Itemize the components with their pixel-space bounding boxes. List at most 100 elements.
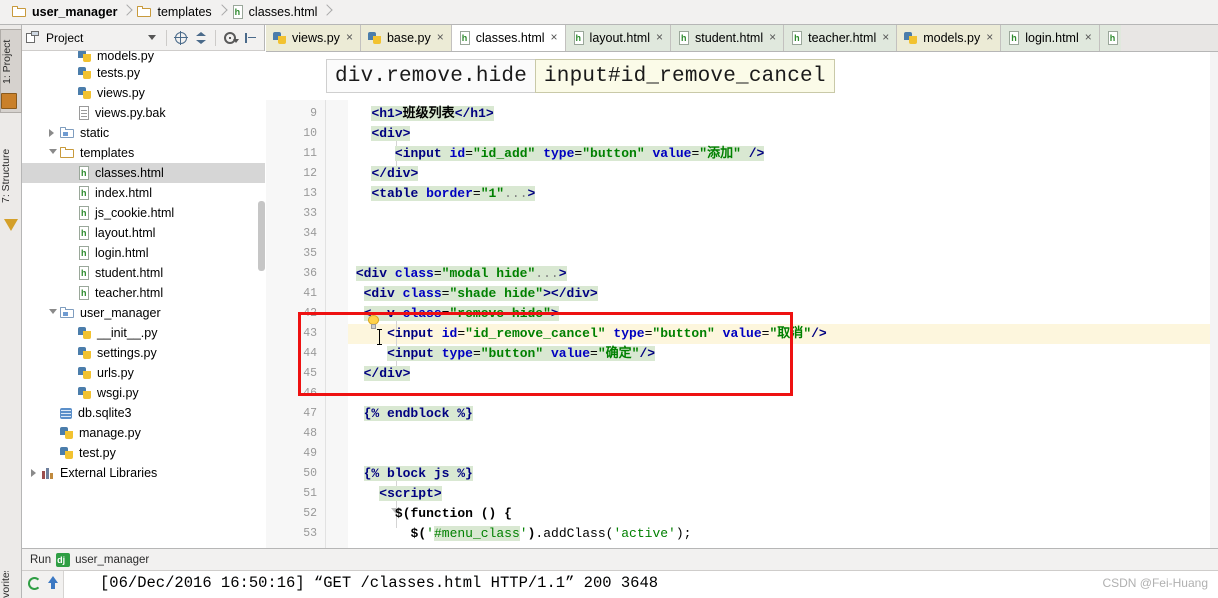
close-icon[interactable]: ×: [437, 31, 444, 43]
code-line-44[interactable]: <input type="button" value="确定"/>: [387, 344, 656, 364]
tree-item-static[interactable]: static: [22, 123, 265, 143]
breadcrumb-item-classes-html[interactable]: classes.html: [228, 0, 322, 25]
tree-item-templates[interactable]: templates: [22, 143, 265, 163]
breadcrumb-item-user_manager[interactable]: user_manager: [8, 0, 121, 25]
tree-toggle[interactable]: [64, 243, 78, 263]
close-icon[interactable]: ×: [551, 31, 558, 43]
tree-item-classes-html[interactable]: classes.html: [22, 163, 265, 183]
editor-tab-teacher-html[interactable]: teacher.html ×: [784, 25, 898, 51]
editor-tab-models-py[interactable]: models.py ×: [897, 25, 1002, 51]
tree-toggle[interactable]: [64, 163, 78, 183]
editor-tab-student-html[interactable]: student.html ×: [671, 25, 785, 51]
tree-item-layout-html[interactable]: layout.html: [22, 223, 265, 243]
fold-gutter[interactable]: [326, 100, 402, 548]
tree-scrollbar[interactable]: [258, 201, 265, 271]
project-tree[interactable]: models.py tests.py views.py views.py.bak sta…: [22, 51, 265, 548]
locate-icon[interactable]: [172, 29, 190, 47]
run-console[interactable]: [06/Dec/2016 16:50:16] “GET /classes.htm…: [22, 571, 1218, 598]
code-line-50[interactable]: {% block js %}: [363, 464, 473, 484]
tree-item-user-manager[interactable]: user_manager: [22, 303, 265, 323]
rerun-icon[interactable]: [28, 577, 41, 590]
tree-item-db-sqlite3[interactable]: db.sqlite3: [22, 403, 265, 423]
tree-item-student-html[interactable]: student.html: [22, 263, 265, 283]
chevron-right-icon[interactable]: [49, 129, 54, 137]
editor-tab-login-html[interactable]: login.html ×: [1001, 25, 1100, 51]
close-icon[interactable]: ×: [1085, 31, 1092, 43]
close-icon[interactable]: ×: [986, 31, 993, 43]
chevron-down-icon[interactable]: [49, 309, 57, 314]
close-icon[interactable]: ×: [656, 31, 663, 43]
tool-tab-project[interactable]: 1: Project: [0, 29, 22, 113]
editor-tab-base-py[interactable]: base.py ×: [360, 25, 452, 51]
tree-item-login-html[interactable]: login.html: [22, 243, 265, 263]
tree-toggle[interactable]: [46, 303, 60, 323]
tree-item-teacher-html[interactable]: teacher.html: [22, 283, 265, 303]
tree-item-urls-py[interactable]: urls.py: [22, 363, 265, 383]
code-line-42[interactable]: < v class="remove hide">: [363, 304, 559, 324]
code-line-13[interactable]: <table border="1"...>: [371, 184, 536, 204]
tree-item-test-py[interactable]: test.py: [22, 443, 265, 463]
tool-tab-favorites[interactable]: Favorites: [0, 571, 21, 598]
tree-toggle[interactable]: [64, 383, 78, 403]
code-line-43[interactable]: <input id="id_remove_cancel" type="butto…: [387, 324, 827, 344]
tree-item-index-html[interactable]: index.html: [22, 183, 265, 203]
code-line-51[interactable]: <script>: [379, 484, 442, 504]
tree-toggle[interactable]: [64, 203, 78, 223]
code-editor[interactable]: div.remove.hide input#id_remove_cancel 9…: [266, 52, 1218, 548]
breadcrumb-item-templates[interactable]: templates: [133, 0, 215, 25]
editor-tab-classes-html[interactable]: classes.html ×: [451, 25, 566, 51]
tree-toggle[interactable]: [64, 183, 78, 203]
tree-toggle[interactable]: [46, 443, 60, 463]
intention-bulb-icon[interactable]: [366, 315, 381, 330]
tree-item--init-py[interactable]: __init__.py: [22, 323, 265, 343]
tree-item-views-py[interactable]: views.py: [22, 83, 265, 103]
tree-toggle[interactable]: [64, 263, 78, 283]
tree-item-settings-py[interactable]: settings.py: [22, 343, 265, 363]
editor-tab-overflow[interactable]: [1099, 25, 1121, 51]
run-config-name[interactable]: user_manager: [75, 554, 149, 566]
chevron-right-icon[interactable]: [31, 469, 36, 477]
code-line-45[interactable]: </div>: [363, 364, 411, 384]
editor-tab-layout-html[interactable]: layout.html ×: [565, 25, 672, 51]
element-path-segment-input[interactable]: input#id_remove_cancel: [535, 59, 835, 93]
editor-tab-views-py[interactable]: views.py ×: [266, 25, 361, 51]
code-line-52[interactable]: $(function () {: [395, 504, 512, 524]
tree-toggle[interactable]: [64, 223, 78, 243]
element-path-segment-div[interactable]: div.remove.hide: [326, 59, 537, 93]
code-line-12[interactable]: </div>: [371, 164, 419, 184]
tree-toggle[interactable]: [28, 463, 42, 483]
tree-toggle[interactable]: [46, 123, 60, 143]
code-content[interactable]: <h1>班级列表</h1> <div> <input id="id_add" typ…: [348, 100, 1218, 548]
tree-toggle[interactable]: [64, 51, 78, 63]
tree-item-models-py[interactable]: models.py: [22, 51, 265, 63]
chevron-down-icon[interactable]: [148, 35, 156, 40]
tree-toggle[interactable]: [64, 283, 78, 303]
tree-toggle[interactable]: [46, 423, 60, 443]
close-icon[interactable]: ×: [769, 31, 776, 43]
tree-item-wsgi-py[interactable]: wsgi.py: [22, 383, 265, 403]
chevron-down-icon[interactable]: [49, 149, 57, 154]
tool-tab-structure[interactable]: 7: Structure: [0, 137, 22, 235]
tree-item-external-libraries[interactable]: External Libraries: [22, 463, 265, 483]
code-line-9[interactable]: <h1>班级列表</h1>: [371, 104, 494, 124]
hide-panel-icon[interactable]: [241, 29, 259, 47]
collapse-all-icon[interactable]: [192, 29, 210, 47]
code-line-10[interactable]: <div>: [371, 124, 411, 144]
tree-item-manage-py[interactable]: manage.py: [22, 423, 265, 443]
tree-item-tests-py[interactable]: tests.py: [22, 63, 265, 83]
tree-item-views-py-bak[interactable]: views.py.bak: [22, 103, 265, 123]
code-line-36[interactable]: <div class="modal hide"...>: [355, 264, 567, 284]
code-line-47[interactable]: {% endblock %}: [363, 404, 473, 424]
code-line-41[interactable]: <div class="shade hide"></div>: [363, 284, 598, 304]
tree-toggle[interactable]: [64, 363, 78, 383]
tree-toggle[interactable]: [46, 143, 60, 163]
tree-toggle[interactable]: [64, 83, 78, 103]
tree-toggle[interactable]: [64, 103, 78, 123]
tree-item-js-cookie-html[interactable]: js_cookie.html: [22, 203, 265, 223]
settings-gear-icon[interactable]: [221, 29, 239, 47]
tree-toggle[interactable]: [64, 343, 78, 363]
close-icon[interactable]: ×: [346, 31, 353, 43]
tree-toggle[interactable]: [64, 63, 78, 83]
code-line-53[interactable]: $('#menu_class').addClass('active');: [411, 524, 691, 544]
close-icon[interactable]: ×: [882, 31, 889, 43]
